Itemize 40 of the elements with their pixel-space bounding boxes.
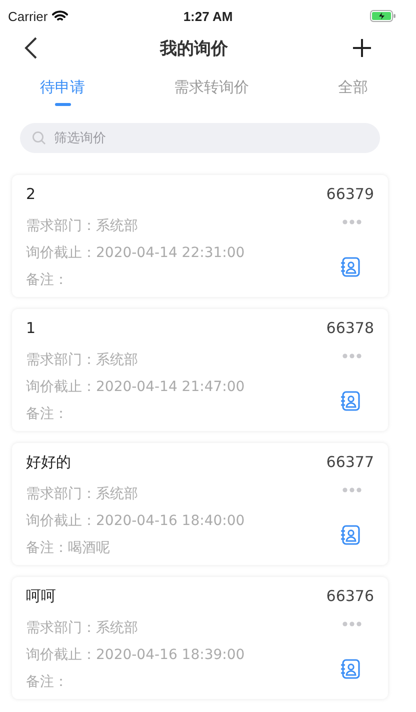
inquiry-detail: 需求部门：系统部 (26, 485, 139, 504)
inquiry-detail: 询价截止：2020-04-16 18:40:00 (26, 512, 245, 531)
inquiry-title: 2 (26, 185, 37, 205)
contact-book-icon[interactable] (340, 391, 360, 411)
page-title: 我的询价 (160, 38, 228, 60)
inquiry-card[interactable]: 2 需求部门：系统部 询价截止：2020-04-14 22:31:00 备注： 66379 (12, 175, 388, 297)
wifi-icon (52, 10, 68, 22)
contact-book-icon[interactable] (340, 257, 360, 277)
inquiry-card[interactable]: 好好的 需求部门：系统部 询价截止：2020-04-16 18:40:00 备注：喝酒呢 66377 (12, 443, 388, 565)
inquiry-card[interactable]: 1 需求部门：系统部 询价截止：2020-04-14 21:47:00 备注： 66378 (12, 309, 388, 431)
battery-charging-icon (370, 10, 396, 22)
carrier-label: Carrier (8, 8, 48, 24)
inquiry-detail: 需求部门：系统部 (26, 619, 139, 638)
inquiry-number: 66379 (326, 185, 374, 205)
more-icon[interactable] (342, 219, 362, 225)
more-icon[interactable] (342, 487, 362, 493)
inquiry-title: 1 (26, 319, 37, 339)
search-field[interactable]: 筛选询价 (20, 123, 380, 153)
inquiry-detail: 需求部门：系统部 (26, 351, 139, 370)
contact-book-icon[interactable] (340, 659, 360, 679)
inquiry-detail: 询价截止：2020-04-16 18:39:00 (26, 646, 245, 665)
inquiry-detail: 备注： (26, 405, 69, 424)
inquiry-detail: 需求部门：系统部 (26, 217, 139, 236)
contact-book-icon[interactable] (340, 525, 360, 545)
inquiry-detail: 备注：喝酒呢 (26, 539, 111, 558)
inquiry-detail: 备注： (26, 673, 69, 692)
inquiry-title: 呵呵 (26, 587, 57, 607)
inquiry-number: 66376 (326, 587, 374, 607)
add-icon[interactable] (352, 38, 372, 58)
inquiry-detail: 询价截止：2020-04-14 22:31:00 (26, 244, 245, 263)
more-icon[interactable] (342, 353, 362, 359)
inquiry-number: 66378 (326, 319, 374, 339)
inquiry-card[interactable]: 呵呵 需求部门：系统部 询价截止：2020-04-16 18:39:00 备注： 66376 (12, 577, 388, 699)
inquiry-detail: 备注： (26, 271, 69, 290)
inquiry-number: 66377 (326, 453, 374, 473)
more-icon[interactable] (342, 621, 362, 627)
inquiry-detail: 询价截止：2020-04-14 21:47:00 (26, 378, 245, 397)
clock-time: 1:27 AM (182, 8, 234, 24)
back-icon[interactable] (24, 36, 38, 60)
inquiry-title: 好好的 (26, 453, 72, 473)
